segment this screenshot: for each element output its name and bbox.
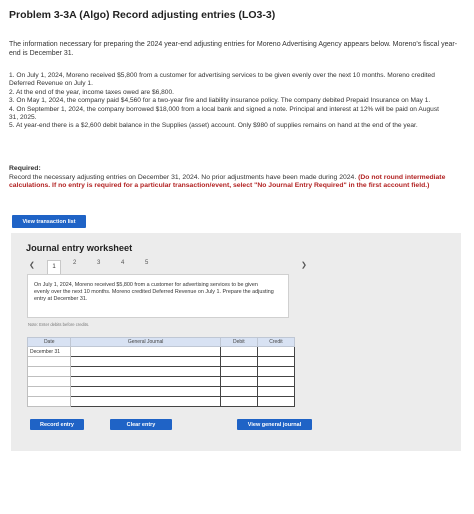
tab-page-2[interactable]: 2 xyxy=(73,260,76,266)
date-cell xyxy=(26,376,72,387)
problem-intro: The information necessary for preparing … xyxy=(9,41,458,57)
transaction-description: On July 1, 2024, Moreno received $5,800 … xyxy=(34,282,274,302)
view-transaction-list-button[interactable]: View transaction list xyxy=(12,215,86,228)
transaction-item: 1. On July 1, 2024, Moreno received $5,8… xyxy=(9,72,435,88)
credit-field[interactable] xyxy=(256,356,296,367)
debit-field[interactable] xyxy=(219,346,258,357)
credit-field[interactable] xyxy=(256,386,296,397)
journal-entry-worksheet: Journal entry worksheet ❮ 1 2 3 4 5 ❯ On… xyxy=(11,233,461,451)
date-cell xyxy=(26,366,72,377)
table-row xyxy=(26,396,296,407)
debit-field[interactable] xyxy=(219,396,258,407)
col-credit: Credit xyxy=(256,337,296,347)
account-field[interactable] xyxy=(70,346,221,357)
col-debit: Debit xyxy=(219,337,258,347)
date-cell: December 31 xyxy=(26,346,72,357)
transaction-item: 5. At year-end there is a $2,600 debit b… xyxy=(9,122,418,130)
date-cell xyxy=(26,356,72,367)
table-row xyxy=(26,356,296,367)
account-field[interactable] xyxy=(70,356,221,367)
credit-field[interactable] xyxy=(256,396,296,407)
account-field[interactable] xyxy=(70,376,221,387)
required-section: Required: Record the necessary adjusting… xyxy=(9,165,459,191)
record-entry-button[interactable]: Record entry xyxy=(30,419,84,430)
col-general-journal: General Journal xyxy=(70,337,221,347)
transaction-item: 3. On May 1, 2024, the company paid $4,5… xyxy=(9,97,431,105)
debit-field[interactable] xyxy=(219,356,258,367)
chevron-right-icon[interactable]: ❯ xyxy=(301,261,307,269)
tab-page-3[interactable]: 3 xyxy=(97,260,100,266)
problem-title: Problem 3-3A (Algo) Record adjusting ent… xyxy=(9,9,276,21)
transaction-item: 2. At the end of the year, income taxes … xyxy=(9,88,174,96)
account-field[interactable] xyxy=(70,396,221,407)
worksheet-title: Journal entry worksheet xyxy=(26,243,133,253)
credit-field[interactable] xyxy=(256,366,296,377)
table-row: December 31 xyxy=(26,346,296,357)
credit-field[interactable] xyxy=(256,376,296,387)
credit-field[interactable] xyxy=(256,346,296,357)
required-label: Required: xyxy=(9,165,41,172)
tab-page-1[interactable]: 1 xyxy=(47,260,61,274)
debit-field[interactable] xyxy=(219,376,258,387)
account-field[interactable] xyxy=(70,366,221,377)
clear-entry-button[interactable]: Clear entry xyxy=(110,419,172,430)
transaction-description-box: On July 1, 2024, Moreno received $5,800 … xyxy=(27,274,289,318)
table-row xyxy=(26,386,296,397)
account-field[interactable] xyxy=(70,386,221,397)
debit-credit-note: Note: Enter debits before credits. xyxy=(28,322,90,327)
tab-page-5[interactable]: 5 xyxy=(145,260,148,266)
view-general-journal-button[interactable]: View general journal xyxy=(237,419,312,430)
journal-table: Date General Journal Debit Credit Decemb… xyxy=(26,337,296,407)
transaction-item: 4. On September 1, 2024, the company bor… xyxy=(9,105,439,122)
required-text: Record the necessary adjusting entries o… xyxy=(9,173,357,181)
date-cell xyxy=(26,396,72,407)
worksheet-pager: ❮ 1 2 3 4 5 ❯ xyxy=(27,260,457,274)
debit-field[interactable] xyxy=(219,386,258,397)
journal-table-header: Date General Journal Debit Credit xyxy=(26,337,296,347)
transaction-list: 1. On July 1, 2024, Moreno received $5,8… xyxy=(9,72,449,131)
chevron-left-icon[interactable]: ❮ xyxy=(29,261,35,269)
table-row xyxy=(26,376,296,387)
table-row xyxy=(26,366,296,377)
date-cell xyxy=(26,386,72,397)
debit-field[interactable] xyxy=(219,366,258,377)
col-date: Date xyxy=(26,337,72,347)
tab-page-4[interactable]: 4 xyxy=(121,260,124,266)
